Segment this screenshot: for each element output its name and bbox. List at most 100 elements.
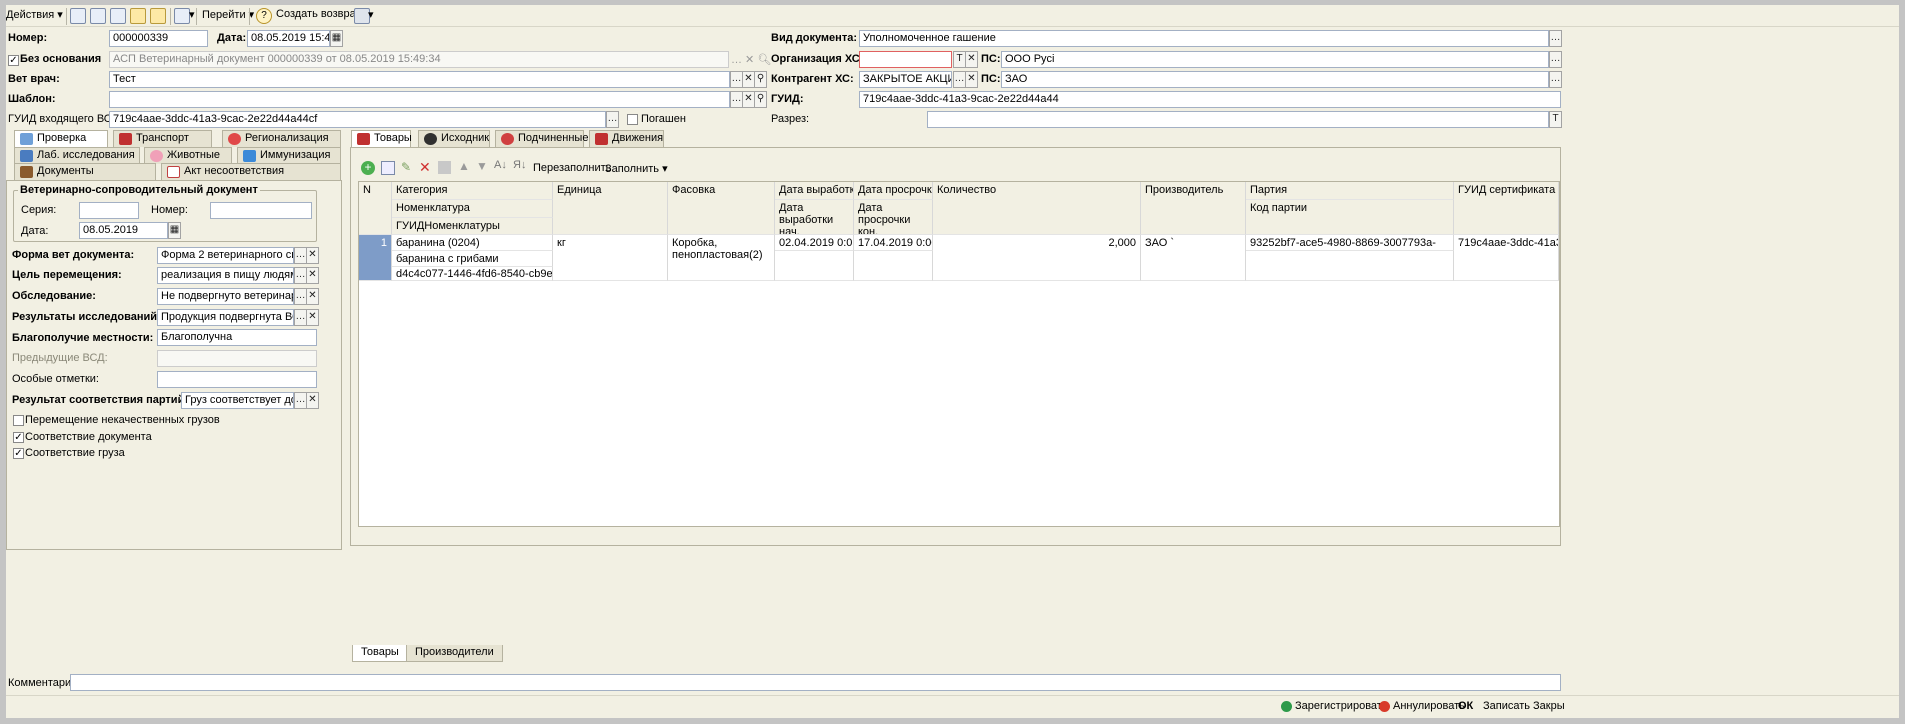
add-row-icon[interactable]: + xyxy=(361,161,375,175)
results-clear-button[interactable]: ✕ xyxy=(306,309,319,326)
cell-packing[interactable]: Коробка, пенопластовая(2) xyxy=(668,235,775,281)
batch-result-field[interactable]: Груз соответствует докум xyxy=(181,392,294,409)
no-basis-checkbox[interactable]: ✓ xyxy=(8,55,19,66)
move-down-icon[interactable]: ▼ xyxy=(476,159,488,173)
cancel-button[interactable]: Аннулировать xyxy=(1393,700,1465,712)
exam-clear-button[interactable]: ✕ xyxy=(306,288,319,305)
header-batch[interactable]: Партия xyxy=(1246,182,1454,200)
paid-checkbox[interactable] xyxy=(627,114,638,125)
org-ps-field[interactable]: ООО Русі xyxy=(1001,51,1549,68)
doc-type-field[interactable]: Уполномоченное гашение xyxy=(859,30,1549,47)
cell-category[interactable]: баранина (0204) xyxy=(392,235,553,251)
contractor-ps-select-button[interactable]: … xyxy=(1549,71,1562,88)
vet-field[interactable]: Тест xyxy=(109,71,730,88)
purpose-clear-button[interactable]: ✕ xyxy=(306,267,319,284)
save-button[interactable]: Записать xyxy=(1483,700,1530,712)
vet-form-field[interactable]: Форма 2 ветеринарного свидет xyxy=(157,247,294,264)
register-button[interactable]: Зарегистрировать xyxy=(1295,700,1388,712)
exam-field[interactable]: Не подвергнуто ветеринарно-са xyxy=(157,288,294,305)
vsd-number-field[interactable] xyxy=(210,202,312,219)
header-qty[interactable]: Количество xyxy=(933,182,1141,235)
end-edit-icon[interactable] xyxy=(438,161,451,174)
cell-unit[interactable]: кг xyxy=(553,235,668,281)
tab-check[interactable]: Проверка xyxy=(14,130,108,148)
locality-field[interactable]: Благополучна xyxy=(157,329,317,346)
template-field[interactable] xyxy=(109,91,730,108)
add-copy-icon[interactable] xyxy=(381,161,395,175)
tab-animals[interactable]: Животные xyxy=(144,147,232,164)
guid-field[interactable]: 719c4aae-3ddc-41a3-9cac-2e22d44a44 xyxy=(859,91,1561,108)
ok-button[interactable]: ОК xyxy=(1458,700,1473,712)
vsd-date-field[interactable]: 08.05.2019 xyxy=(79,222,168,239)
date-field[interactable]: 08.05.2019 15:49:3 xyxy=(247,30,330,47)
cell-cert-guid[interactable]: 719c4aae-3ddc-41a3-9... xyxy=(1454,235,1559,281)
header-n[interactable]: N xyxy=(359,182,392,235)
tab-source[interactable]: Исходник xyxy=(418,130,490,147)
header-expiry[interactable]: Дата просрочки xyxy=(854,182,933,200)
vsd-calendar-icon[interactable]: ▦ xyxy=(168,222,181,239)
create-return-button[interactable]: Создать возврат xyxy=(276,8,361,24)
go-menu[interactable]: Перейти ▾ xyxy=(202,8,254,24)
header-cert-guid[interactable]: ГУИД сертификата xyxy=(1454,182,1559,235)
batch-result-clear-button[interactable]: ✕ xyxy=(306,392,319,409)
incoming-guid-field[interactable]: 719c4aae-3ddc-41a3-9cac-2e22d44a44cf xyxy=(109,111,606,128)
cell-producer[interactable]: ЗАО ` xyxy=(1141,235,1246,281)
comment-field[interactable] xyxy=(70,674,1561,691)
export-dropdown[interactable]: ▾ xyxy=(189,8,195,24)
tab-movements[interactable]: Движения xyxy=(589,130,664,147)
doc-match-checkbox[interactable]: ✓ xyxy=(13,432,24,443)
cell-qty[interactable]: 2,000 xyxy=(933,235,1141,281)
tab-immunization[interactable]: Иммунизация xyxy=(237,147,341,164)
vet-search-icon[interactable]: ⚲ xyxy=(754,71,767,88)
cell-prod-date-start[interactable] xyxy=(775,251,854,281)
org-ps-select-button[interactable]: … xyxy=(1549,51,1562,68)
calendar-icon[interactable]: ▦ xyxy=(330,30,343,47)
bottom-tab-producers[interactable]: Производители xyxy=(406,645,503,662)
tab-documents[interactable]: Документы xyxy=(14,163,156,180)
tab-lab[interactable]: Лаб. исследования xyxy=(14,147,140,164)
tab-regionalization[interactable]: Регионализация xyxy=(222,130,341,147)
export-icon[interactable] xyxy=(174,8,190,24)
header-prod-date-start[interactable]: Дата выработки нач. xyxy=(775,200,854,235)
contractor-clear-button[interactable]: ✕ xyxy=(965,71,978,88)
header-category[interactable]: Категория xyxy=(392,182,553,200)
header-nomenclature[interactable]: Номенклатура xyxy=(392,200,553,218)
copy-icon[interactable] xyxy=(110,8,126,24)
cell-expiry-end[interactable] xyxy=(854,251,933,281)
refresh-icon[interactable] xyxy=(90,8,106,24)
tab-nonconformity[interactable]: Акт несоответствия xyxy=(161,163,341,180)
results-field[interactable]: Продукция подвергнута ВСЭ в г xyxy=(157,309,294,326)
refill-button[interactable]: Перезаполнить xyxy=(533,162,611,174)
bottom-tab-goods[interactable]: Товары xyxy=(352,645,408,662)
contractor-ps-field[interactable]: ЗАО xyxy=(1001,71,1549,88)
template-search-icon[interactable]: ⚲ xyxy=(754,91,767,108)
org-field[interactable] xyxy=(859,51,952,68)
header-prod-date[interactable]: Дата выработк... xyxy=(775,182,854,200)
tab-subordinate[interactable]: Подчиненные xyxy=(495,130,588,147)
tab-goods[interactable]: Товары xyxy=(351,130,412,148)
fill-menu[interactable]: Заполнить ▾ xyxy=(605,162,668,175)
post-icon[interactable] xyxy=(70,8,86,24)
org-clear-button[interactable]: ✕ xyxy=(965,51,978,68)
cell-nomenclature[interactable]: баранина с грибами xyxy=(392,251,553,267)
section-field[interactable] xyxy=(927,111,1549,128)
header-guid-nom[interactable]: ГУИДНоменклатуры xyxy=(392,218,553,235)
printer-dropdown[interactable]: ▾ xyxy=(368,8,374,24)
bad-cargo-checkbox[interactable] xyxy=(13,415,24,426)
move-up-icon[interactable]: ▲ xyxy=(458,159,470,173)
doc-type-select-button[interactable]: … xyxy=(1549,30,1562,47)
edit-row-icon[interactable]: ✎ xyxy=(401,160,411,174)
help-icon[interactable]: ? xyxy=(256,8,272,24)
number-field[interactable]: 000000339 xyxy=(109,30,208,47)
cargo-match-checkbox[interactable]: ✓ xyxy=(13,448,24,459)
delete-row-icon[interactable]: ✕ xyxy=(419,159,431,176)
cell-batch[interactable]: 93252bf7-ace5-4980-8869-3007793a- xyxy=(1246,235,1454,251)
header-packing[interactable]: Фасовка xyxy=(668,182,775,235)
header-producer[interactable]: Производитель xyxy=(1141,182,1246,235)
table-row-number[interactable]: 1 xyxy=(359,235,392,281)
cell-batch-code[interactable] xyxy=(1246,251,1454,281)
vsd-series-field[interactable] xyxy=(79,202,139,219)
cell-prod-date[interactable]: 02.04.2019 0:0... xyxy=(775,235,854,251)
actions-menu[interactable]: Действия ▾ xyxy=(6,8,63,24)
cell-expiry[interactable]: 17.04.2019 0:00... xyxy=(854,235,933,251)
